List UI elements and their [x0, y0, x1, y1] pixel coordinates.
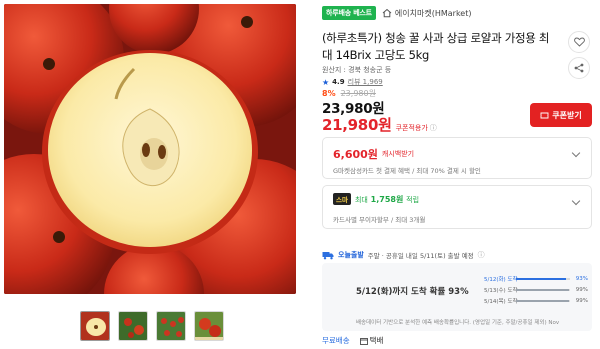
coupon-price: 21,980원 — [322, 116, 392, 134]
arrival-pct: 93% — [575, 275, 588, 282]
smile-badge: 스마 — [333, 193, 351, 205]
cashback-amount: 6,600원 — [333, 148, 378, 161]
chevron-down-icon — [571, 196, 581, 206]
delivery-schedule: 주말 · 공휴일 내일 5/11(토) 출발 예정 — [367, 252, 474, 260]
product-title: (하루초특가) 청송 꿀 사과 상급 로얄과 가정용 최대 14Brix 고당도… — [322, 31, 550, 62]
product-info-panel: 하루배송 베스트 에이치마켓(HMarket) (하루초특가) 청송 꿀 사과 … — [318, 0, 600, 349]
thumb-apple-tree[interactable] — [118, 311, 148, 341]
delivery-prediction-box: 5/12(화)까지 도착 확률 93% 5/12(화) 도착 93% 5/13(… — [322, 263, 592, 331]
rating-score: 4.9 — [332, 78, 345, 86]
arrival-date: 5/12(화) 도착 — [484, 276, 518, 283]
coupon-price-row: 21,980원 쿠폰적용가 ⓘ — [322, 114, 437, 135]
thumbnail-strip — [80, 311, 224, 341]
share-button[interactable] — [568, 57, 590, 79]
prediction-footnote: 배송데이터 기반으로 분석한 예측 배송확률입니다. (영업일 기준, 주말/공… — [356, 320, 560, 326]
arrival-row: 5/14(목) 도착 99% — [484, 295, 588, 306]
thumb-apples-box-image — [195, 312, 223, 340]
arrival-row: 5/13(수) 도착 99% — [484, 284, 588, 295]
home-icon — [382, 8, 392, 18]
probability-fill — [516, 288, 570, 291]
thumb-cut-apple[interactable] — [80, 311, 110, 341]
smile-points-card[interactable]: 스마 최대 1,758원 적립 카드사별 무이자할부 / 최대 3개월 — [322, 185, 592, 229]
arrival-row: 5/12(화) 도착 93% — [484, 273, 588, 284]
tab-free-shipping[interactable]: 무료배송 — [322, 335, 350, 346]
rating-row[interactable]: ★ 4.9 리뷰 1,969 — [322, 77, 383, 87]
wishlist-button[interactable] — [568, 31, 590, 53]
thumb-orchard-image — [157, 312, 185, 340]
coupon-icon — [540, 112, 549, 118]
points-amount: 1,758원 — [370, 194, 404, 204]
tab-parcel[interactable]: 택배 — [359, 335, 384, 346]
cashback-label: 캐시백받기 — [381, 150, 415, 158]
review-count-link[interactable]: 리뷰 1,969 — [348, 77, 383, 87]
store-name: 에이치마켓(HMarket) — [394, 8, 472, 18]
arrival-probability-list: 5/12(화) 도착 93% 5/13(수) 도착 99% 5/14(목) 도착… — [484, 273, 588, 306]
main-product-image[interactable] — [4, 4, 296, 294]
arrival-date: 5/14(목) 도착 — [484, 298, 518, 305]
shipping-tabs: 무료배송 택배 — [322, 335, 383, 346]
coupon-button-label: 쿠폰받기 — [552, 110, 582, 120]
star-icon: ★ — [322, 77, 330, 87]
coupon-note[interactable]: 쿠폰적용가 ⓘ — [396, 123, 437, 133]
points-prefix: 최대 — [354, 195, 368, 204]
cashback-detail: G마켓삼성카드 첫 결제 혜택 / 최대 70% 결제 시 할인 — [333, 167, 481, 175]
probability-bar — [516, 299, 570, 302]
arrival-probability: 5/12(화)까지 도착 확률 93% — [356, 287, 469, 297]
best-badge: 하루배송 베스트 — [322, 6, 376, 20]
probability-fill — [516, 299, 570, 302]
box-icon — [359, 337, 368, 345]
probability-bar — [516, 277, 570, 280]
probability-fill — [516, 277, 567, 280]
apple-photo — [4, 4, 296, 294]
arrival-date: 5/13(수) 도착 — [484, 287, 518, 294]
installment-text: 카드사별 무이자할부 / 최대 3개월 — [333, 216, 426, 224]
arrival-pct: 99% — [575, 286, 588, 293]
share-icon — [574, 63, 584, 73]
coupon-note-label: 쿠폰적용가 — [395, 124, 428, 132]
points-suffix: 적립 — [406, 195, 420, 204]
smile-points-row: 스마 최대 1,758원 적립 — [333, 193, 419, 205]
info-icon[interactable]: ⓘ — [478, 250, 485, 260]
thumb-apples-box[interactable] — [194, 311, 224, 341]
cashback-row: 6,600원 캐시백받기 — [333, 146, 414, 162]
store-link[interactable]: 에이치마켓(HMarket) — [382, 8, 472, 19]
heart-icon — [573, 37, 585, 47]
origin-text: 원산지 : 경북 청송군 등 — [322, 66, 392, 74]
tab-parcel-label: 택배 — [369, 336, 384, 345]
coupon-download-button[interactable]: 쿠폰받기 — [530, 103, 592, 127]
thumb-apple-tree-image — [119, 312, 147, 340]
smile-points: 최대 1,758원 적립 — [355, 194, 419, 205]
cashback-card[interactable]: 6,600원 캐시백받기 G마켓삼성카드 첫 결제 혜택 / 최대 70% 결제… — [322, 137, 592, 179]
delivery-header: 오늘출발 주말 · 공휴일 내일 5/11(토) 출발 예정 ⓘ — [322, 250, 485, 260]
thumb-orchard[interactable] — [156, 311, 186, 341]
delivery-tag: 오늘출발 — [338, 251, 364, 259]
thumb-cut-apple-image — [81, 312, 109, 340]
truck-icon — [322, 252, 334, 260]
probability-bar — [516, 288, 570, 291]
product-topline: 하루배송 베스트 에이치마켓(HMarket) — [322, 6, 471, 20]
arrival-pct: 99% — [575, 297, 588, 304]
chevron-down-icon — [571, 148, 581, 158]
info-icon: ⓘ — [429, 124, 437, 132]
product-gallery — [0, 0, 300, 349]
